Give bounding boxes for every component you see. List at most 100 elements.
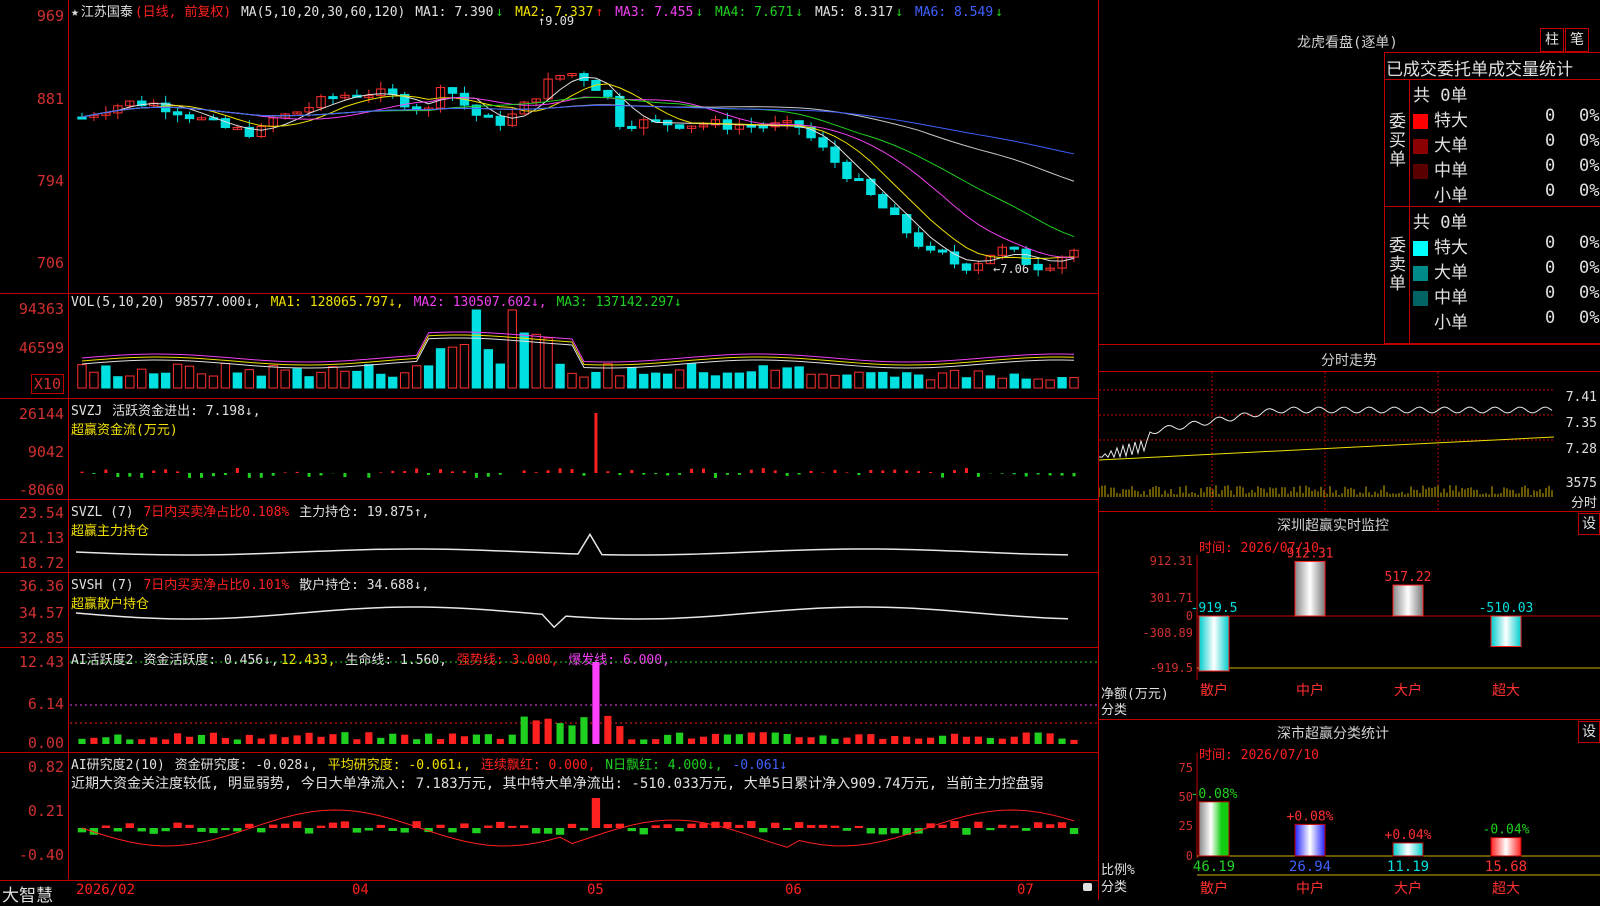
flow-bar [391,471,394,473]
activity-bar [413,739,420,744]
lock-icon[interactable] [1083,883,1092,891]
research-bar [843,828,851,831]
candle-body [329,97,337,99]
research-bar [353,828,361,833]
flow-bar [833,470,836,473]
volume-bar [102,366,110,388]
kline-panel[interactable]: 969 881 794 706 ★江苏国泰(日线, 前复权) MA(5,10,2… [0,0,1098,294]
research-bar [544,828,552,834]
activity-bar [855,734,862,744]
candlestick-chart[interactable] [0,0,1098,293]
flow-bar [690,469,693,473]
sz2-category: 大户 [1394,880,1422,897]
flow-bar [308,473,311,477]
footer-bar: 大智慧 2026/02 04 05 06 07 [0,880,1098,901]
sell-pct: 0% [1579,308,1599,328]
ai-research-chart[interactable] [0,753,1098,879]
activity-bar [963,737,970,744]
flow-bar [702,469,705,473]
svzj-panel[interactable]: 26144 9042 -8060 SVZJ 活跃资金进出: 7.198↓, 超赢… [0,399,1098,500]
candle-body [938,250,946,252]
volume-bar [221,364,229,388]
research-bar [365,828,373,831]
svsh-chart[interactable] [0,573,1098,647]
research-bar [998,825,1006,828]
intraday-chart[interactable] [1099,372,1600,512]
volume-bar [687,364,695,388]
flow-bar [1013,473,1016,474]
dragon-header: 已成交委托单成交量统计 [1386,55,1573,80]
activity-bar [975,737,982,744]
activity-bar [772,733,779,744]
activity-bar [150,737,157,744]
ma-line [82,105,1074,182]
research-bar [484,826,492,828]
sz2-category: 超大 [1492,881,1520,897]
activity-bar [449,734,456,744]
activity-bar [138,739,145,744]
flow-bar [1061,473,1064,476]
activity-bar [939,736,946,744]
flow-bar [893,470,896,473]
tick-mode-button[interactable]: 笔 [1565,28,1589,52]
flow-bar [678,473,681,475]
research-bar [783,828,791,830]
research-bar [819,825,827,828]
volume-bar [317,372,325,388]
buy-section-label: 委买单 [1389,113,1409,170]
flow-bar [320,473,323,475]
flow-bar [929,472,932,473]
activity-bar [784,734,791,744]
activity-bar [1047,733,1054,744]
activity-bar [819,735,826,744]
buy-val: 0 [1545,181,1555,201]
activity-bar [831,739,838,744]
volume-chart[interactable] [0,294,1098,398]
ai-active-chart[interactable] [0,648,1098,752]
buy-pct: 0% [1579,156,1599,176]
flow-bar [750,470,753,473]
flow-bar [810,471,813,473]
activity-bar [329,734,336,744]
candle-body [389,89,397,94]
bar-mode-button[interactable]: 柱 [1540,28,1564,52]
sell-row-s: 小单 [1413,308,1468,333]
flow-bar [571,469,574,473]
research-bar [329,823,337,828]
activity-bar [903,737,910,744]
indicator-line [76,607,1068,627]
activity-bar [712,734,719,744]
sz2-bar [1199,802,1229,856]
dragon-table: 已成交委托单成交量统计 委买单 共 0单 特大 大单 中单 小单 0 0 0 0… [1384,52,1600,344]
activity-bar [509,735,516,744]
ma-line [82,77,1074,261]
sz-monitor-chart[interactable]: 912.31301.710-308.89-919.5-919.5散户912.31… [1099,530,1600,720]
activity-bar [401,735,408,744]
sz1-category: 散户 [1200,682,1228,699]
svsh-panel[interactable]: 36.36 34.57 32.85 SVSH (7) 7日内买卖净占比0.101… [0,573,1098,648]
ai-active-panel[interactable]: 12.43 6.14 0.00 AI活跃度2 资金活跃度: 0.456↓,12.… [0,648,1098,753]
flow-bar [343,473,346,477]
research-bar [675,828,683,831]
research-bar [687,824,695,828]
sz1-bar [1295,561,1325,616]
svzl-panel[interactable]: 23.54 21.13 18.72 SVZL (7) 7日内买卖净占比0.108… [0,500,1098,573]
brand-label: 大智慧 [2,881,53,906]
research-bar [891,828,899,833]
volume-bar [1034,379,1042,388]
research-bar [867,828,875,833]
sz-class-chart[interactable]: 7550250-0.08%46.19散户+0.08%26.94中户+0.04%1… [1099,738,1600,900]
sz2-ytick: 75 [1179,761,1193,775]
research-bar [831,826,839,828]
flow-bar [224,473,227,475]
sell-pct: 0% [1579,283,1599,303]
activity-bar [282,737,289,744]
svzj-chart[interactable] [0,399,1098,499]
volume-panel[interactable]: 94363 46599 X10 VOL(5,10,20) 98577.000↓,… [0,294,1098,399]
volume-bar [496,364,504,388]
buy-row-s: 小单 [1413,181,1468,206]
legend-swatch [1413,114,1428,129]
svzl-chart[interactable] [0,500,1098,572]
ai-research-panel[interactable]: 0.82 0.21 -0.40 AI研究度2(10) 资金研究度: -0.028… [0,753,1098,879]
sell-val: 0 [1545,308,1555,328]
